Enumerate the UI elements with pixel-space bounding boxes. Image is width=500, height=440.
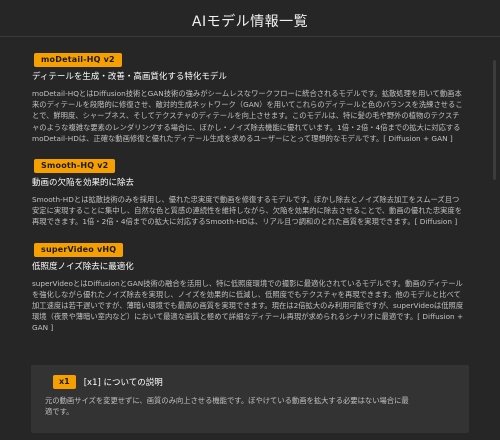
- model-heading: 動画の欠陥を効果的に除去: [32, 178, 135, 189]
- model-description: moDetail-HQとはDiffusion技術とGAN技術の強みがシームレスな…: [32, 89, 463, 143]
- info-title: [x1] についての説明: [83, 378, 163, 388]
- model-list: moDetail-HQ v2 ディテールを生成・改善・高画質化する特化モデル m…: [0, 47, 500, 334]
- x1-info-box: x1 [x1] についての説明 元の動画サイズを変更せずに、画質のみ向上させる機…: [31, 365, 469, 433]
- model-badge: superVideo vHQ: [34, 242, 124, 257]
- model-description: superVideoとはDiffusionとGAN技術の融合を活用し、特に低照度…: [32, 278, 464, 333]
- info-badge: x1: [53, 375, 76, 389]
- model-badge: moDetail-HQ v2: [34, 53, 122, 67]
- dialog-title: AIモデル情報一覧: [191, 14, 309, 30]
- model-section-supervideo: superVideo vHQ 低照度ノイズ除去に最適化 superVideoとは…: [30, 237, 470, 334]
- model-section-smooth: Smooth-HQ v2 動画の欠陥を効果的に除去 Smooth-HDとは拡散技…: [30, 153, 470, 228]
- model-section-modetail: moDetail-HQ v2 ディテールを生成・改善・高画質化する特化モデル m…: [30, 47, 470, 144]
- info-text: 元の動画サイズを変更せずに、画質のみ向上させる機能です。ぼやけている動画を拡大す…: [45, 396, 409, 417]
- model-heading: 低照度ノイズ除去に最適化: [32, 261, 134, 272]
- model-badge: Smooth-HQ v2: [34, 159, 116, 174]
- model-info-dialog: AIモデル情報一覧 moDetail-HQ v2 ディテールを生成・改善・高画質…: [0, 0, 500, 440]
- scrollbar[interactable]: [493, 60, 496, 180]
- model-description: Smooth-HDとは拡散技術のみを採用し、優れた忠実度で動画を修復するモデルで…: [32, 195, 463, 227]
- title-divider: [0, 36, 500, 37]
- model-heading: ディテールを生成・改善・高画質化する特化モデル: [32, 72, 227, 82]
- info-header: x1 [x1] についての説明: [45, 375, 455, 389]
